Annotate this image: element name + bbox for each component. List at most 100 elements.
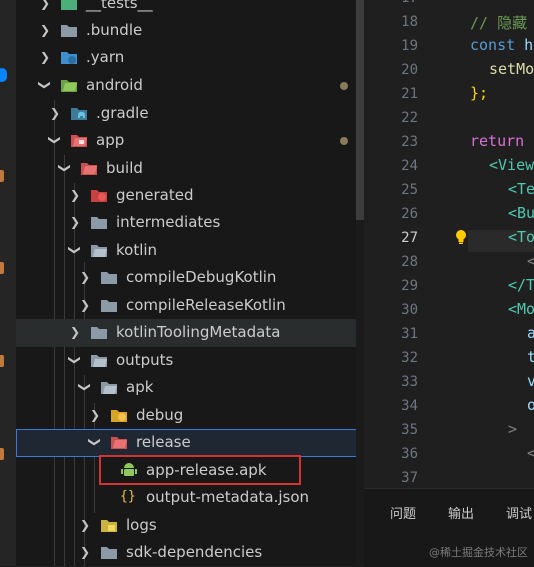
chevron-right-icon: ❯ <box>79 298 91 312</box>
chevron-right-icon: ❯ <box>49 106 61 120</box>
tree-item-compile-release-kotlin[interactable]: ❯ compileReleaseKotlin <box>16 292 364 320</box>
tree-item-tests[interactable]: ❯ __tests__ <box>16 0 364 18</box>
release-folder-icon <box>111 437 127 449</box>
accounts-badge[interactable] <box>0 68 7 82</box>
chevron-down-icon: ❯ <box>48 134 62 146</box>
tab-problems[interactable]: 问题 <box>390 503 416 522</box>
gradle-folder-icon <box>71 108 87 120</box>
tree-item-label: .bundle <box>86 21 143 39</box>
chevron-right-icon: ❯ <box>39 50 51 64</box>
chevron-down-icon: ❯ <box>58 162 72 174</box>
yarn-folder-icon <box>61 52 77 64</box>
folder-icon <box>101 272 117 284</box>
chevron-right-icon: ❯ <box>39 0 51 10</box>
tree-item-label: apk <box>126 378 154 396</box>
code-attribute: t <box>527 348 534 366</box>
tree-item-bundle[interactable]: ❯ .bundle <box>16 17 364 45</box>
chevron-down-icon: ❯ <box>68 244 82 256</box>
tree-item-compile-debug-kotlin[interactable]: ❯ compileDebugKotlin <box>16 264 364 292</box>
line-number: 26 <box>401 206 418 222</box>
tree-item-kotlin-tooling-metadata[interactable]: ❯ kotlinToolingMetadata <box>16 319 364 347</box>
line-number-active: 27 <box>401 230 418 246</box>
activity-marker <box>0 262 4 274</box>
tab-output[interactable]: 输出 <box>448 503 474 522</box>
line-number: 20 <box>401 62 418 78</box>
tree-item-release[interactable]: ❯ release <box>16 429 364 457</box>
tree-item-debug[interactable]: ❯ debug <box>16 402 364 430</box>
tree-item-label: release <box>136 433 191 451</box>
tree-item-outputs[interactable]: ❯ outputs <box>16 347 364 375</box>
line-number: 25 <box>401 182 418 198</box>
tree-item-label: output-metadata.json <box>146 488 310 506</box>
tree-item-label: compileReleaseKotlin <box>126 296 286 314</box>
tree-item-label: .yarn <box>86 48 125 66</box>
line-number: 24 <box>401 158 418 174</box>
tree-item-app[interactable]: ❯ app <box>16 127 364 155</box>
code-keyword: const <box>470 36 516 54</box>
code-jsx-tag: </T <box>508 276 534 294</box>
tree-item-label: generated <box>116 186 194 204</box>
line-number: 21 <box>401 86 418 102</box>
code-jsx-tag: <Bu <box>508 204 534 222</box>
tree-item-generated[interactable]: ❯ generated <box>16 182 364 210</box>
tree-item-sdk-dependencies[interactable]: ❯ sdk-dependencies <box>16 539 364 566</box>
line-number: 37 <box>401 470 418 486</box>
line-number: 31 <box>401 326 418 342</box>
generated-folder-icon <box>91 190 107 202</box>
chevron-right-icon: ❯ <box>79 545 91 559</box>
code-jsx-tag: <To <box>508 228 534 246</box>
line-number: 23 <box>401 134 418 150</box>
chevron-down-icon: ❯ <box>88 436 102 448</box>
code-jsx-tag: <View <box>489 156 534 174</box>
folder-icon <box>101 547 117 559</box>
json-file-icon: {} <box>120 489 136 504</box>
tree-item-label: kotlin <box>116 241 158 259</box>
folder-icon <box>91 217 107 229</box>
code-comment: // 隐藏 <box>470 14 528 32</box>
line-number: 18 <box>401 14 418 30</box>
watermark: @稀土掘金技术社区 <box>429 546 528 559</box>
activity-marker <box>0 448 4 460</box>
chevron-right-icon: ❯ <box>89 408 101 422</box>
code-punctuation: > <box>508 420 518 438</box>
highlight-box <box>99 455 301 485</box>
chevron-right-icon: ❯ <box>69 215 81 229</box>
tree-item-build[interactable]: ❯ build <box>16 155 364 183</box>
chevron-right-icon: ❯ <box>69 188 81 202</box>
tab-debug-console[interactable]: 调试 <box>506 503 532 522</box>
activity-bar <box>0 0 16 566</box>
line-number: 32 <box>401 350 418 366</box>
explorer-scrollbar-thumb[interactable] <box>356 0 364 220</box>
line-number: 17 <box>364 0 418 6</box>
chevron-down-icon: ❯ <box>68 354 82 366</box>
tree-item-label: __tests__ <box>86 0 153 12</box>
tree-item-gradle[interactable]: ❯ .gradle <box>16 100 364 128</box>
tree-item-logs[interactable]: ❯ logs <box>16 512 364 540</box>
build-folder-icon <box>81 163 97 175</box>
tree-item-kotlin[interactable]: ❯ kotlin <box>16 237 364 265</box>
tree-item-label: kotlinToolingMetadata <box>116 323 281 341</box>
chevron-right-icon: ❯ <box>79 518 91 532</box>
code-line: const h <box>470 36 533 54</box>
tree-item-label: logs <box>126 516 157 534</box>
line-number: 35 <box>401 422 418 438</box>
code-jsx-tag: <Te <box>508 180 534 198</box>
code-editor[interactable]: 17 18 19 20 21 22 23 24 25 26 27 28 29 3… <box>364 0 534 488</box>
folder-icon <box>91 327 107 339</box>
tree-item-android[interactable]: ❯ android <box>16 72 364 100</box>
logs-folder-icon <box>101 520 117 532</box>
tree-item-output-metadata-json[interactable]: {} output-metadata.json <box>16 484 364 512</box>
tree-item-intermediates[interactable]: ❯ intermediates <box>16 209 364 237</box>
line-number: 28 <box>401 254 418 270</box>
chevron-right-icon: ❯ <box>79 270 91 284</box>
tree-item-label: android <box>86 76 143 94</box>
tree-item-yarn[interactable]: ❯ .yarn <box>16 44 364 72</box>
folder-open-icon <box>101 382 117 394</box>
line-number: 34 <box>401 398 418 414</box>
tree-item-apk[interactable]: ❯ apk <box>16 374 364 402</box>
lightbulb-icon[interactable] <box>454 229 468 245</box>
tree-item-label: outputs <box>116 351 174 369</box>
code-identifier: h <box>515 36 534 54</box>
app-folder-icon <box>71 135 87 147</box>
tree-item-label: debug <box>136 406 184 424</box>
